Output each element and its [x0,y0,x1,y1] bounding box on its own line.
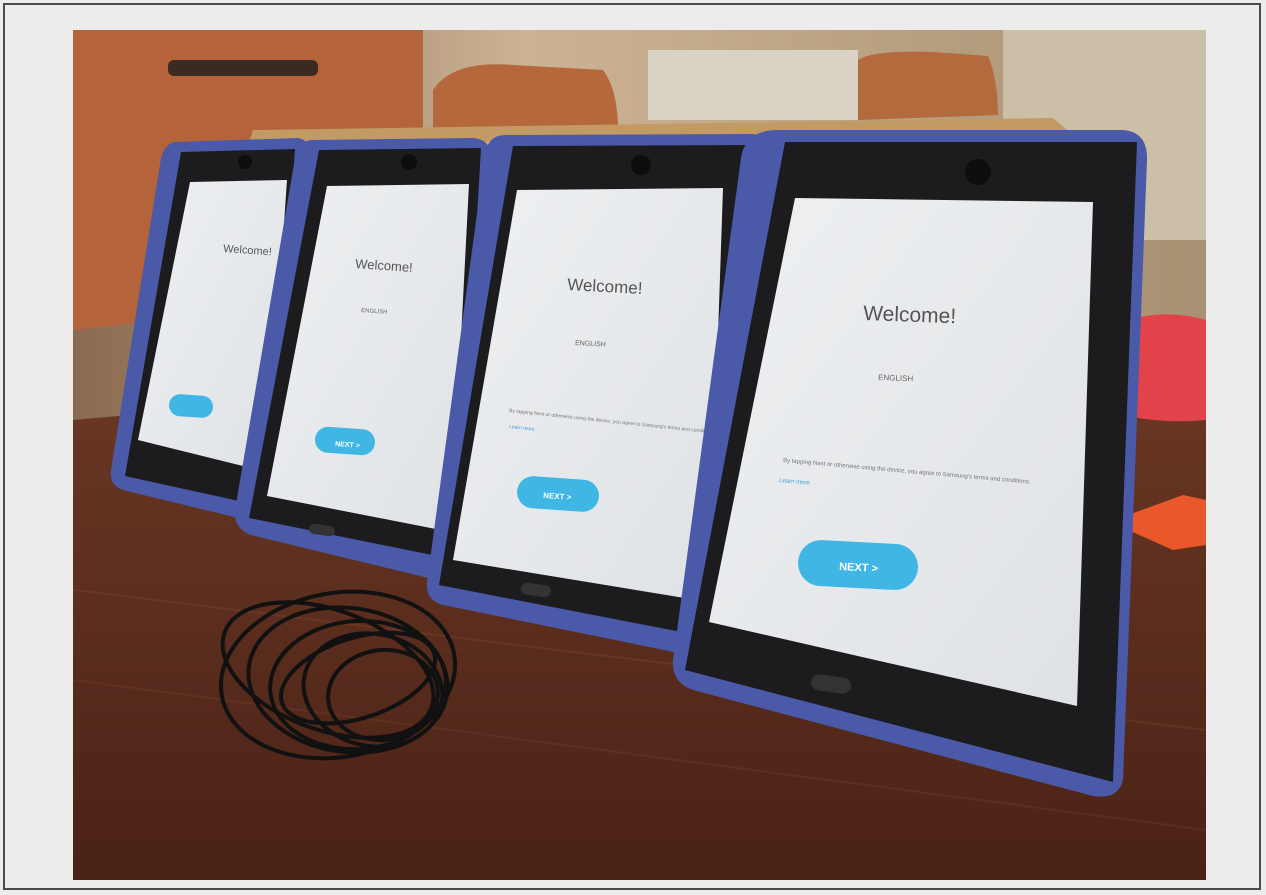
chair-handle [168,60,318,76]
tablet-1-next-button[interactable] [168,393,213,418]
tablet-4-next-label: NEXT > [839,561,878,575]
cabinet [648,50,858,120]
tablet-4: Welcome! ENGLISH By tapping Next or othe… [672,130,1148,797]
tablet-4-language: ENGLISH [878,373,914,383]
tablet-3-welcome: Welcome! [567,275,643,298]
photo: Welcome! Welcome! ENGLISH NEXT > Welcome… [73,30,1206,880]
chair-right [858,51,998,120]
photo-scene: Welcome! Welcome! ENGLISH NEXT > Welcome… [73,30,1206,880]
tablet-4-welcome: Welcome! [863,302,957,328]
image-frame: Welcome! Welcome! ENGLISH NEXT > Welcome… [3,3,1261,890]
